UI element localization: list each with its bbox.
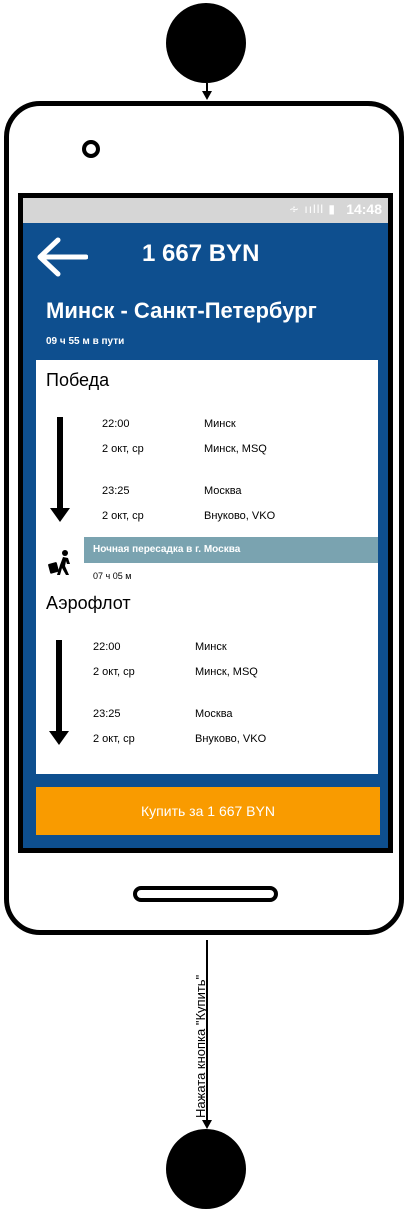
arr-time: 23:25 (102, 485, 130, 497)
dep-airport: Минск, MSQ (195, 666, 258, 678)
dep-airport: Минск, MSQ (204, 443, 267, 455)
flight-arrow (56, 640, 62, 732)
end-node (166, 1129, 246, 1209)
route-title: Минск - Санкт-Петербург (46, 298, 317, 323)
buy-button[interactable]: Купить за 1 667 BYN (36, 787, 380, 835)
dep-city: Минск (195, 641, 227, 653)
flight-arrow-head (49, 731, 69, 745)
trip-duration: 09 ч 55 м в пути (46, 336, 125, 347)
camera-icon (82, 140, 100, 158)
status-bar: ∻ ıılll ▮ 14:48 (23, 198, 388, 223)
dep-date: 2 окт, ср (102, 443, 144, 455)
arr-city: Москва (195, 708, 233, 720)
dep-city: Минск (204, 418, 236, 430)
transfer-banner: Ночная пересадка в г. Москва (84, 537, 378, 563)
transfer-duration: 07 ч 05 м (93, 571, 132, 581)
edge-label: Нажата кнопка "Купить" (193, 974, 208, 1118)
arr-city: Москва (204, 485, 242, 497)
status-time: 14:48 (346, 201, 382, 217)
dep-date: 2 окт, ср (93, 666, 135, 678)
signal-icon: ∻ ıılll ▮ (289, 202, 336, 216)
dep-time: 22:00 (102, 418, 130, 430)
dep-time: 22:00 (93, 641, 121, 653)
arrow-head-top (202, 91, 212, 100)
start-node (166, 3, 246, 83)
arr-date: 2 окт, ср (93, 733, 135, 745)
airline-name: Победа (46, 370, 110, 390)
price-title: 1 667 BYN (142, 240, 260, 267)
home-button[interactable] (133, 886, 278, 902)
arr-date: 2 окт, ср (102, 510, 144, 522)
arr-time: 23:25 (93, 708, 121, 720)
flight-arrow-head (50, 508, 70, 522)
flight-arrow (57, 417, 63, 509)
airline-name: Аэрофлот (46, 593, 131, 613)
back-arrow-icon[interactable] (36, 237, 88, 277)
arr-airport: Внуково, VKO (204, 510, 276, 522)
arr-airport: Внуково, VKO (195, 733, 267, 745)
arrow-head-bottom (202, 1120, 212, 1129)
traveler-luggage-icon (48, 550, 70, 575)
